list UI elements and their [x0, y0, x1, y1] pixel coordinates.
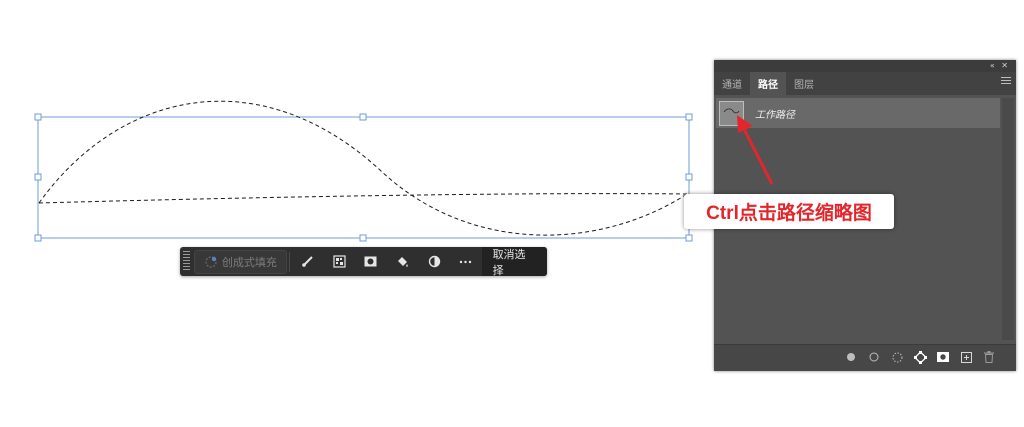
generative-fill-button[interactable]: 创成式填充	[193, 249, 287, 274]
close-icon[interactable]: ✕	[1001, 61, 1010, 70]
new-path-button[interactable]	[959, 350, 973, 364]
make-path-button[interactable]	[913, 350, 927, 364]
load-selection-button[interactable]	[890, 350, 904, 364]
path-item-label: 工作路径	[755, 109, 795, 121]
add-mask-footer-button[interactable]	[936, 350, 950, 364]
mask-grid-button[interactable]	[323, 247, 355, 276]
fill-path-button[interactable]	[844, 350, 858, 364]
generative-fill-icon	[205, 255, 217, 268]
panel-tab-bar: 通道 路径 图层	[714, 72, 1016, 95]
stroke-path-button[interactable]	[867, 350, 881, 364]
adjustment-icon	[428, 255, 440, 268]
add-mask-icon	[937, 352, 949, 362]
panel-menu-icon[interactable]	[1001, 77, 1011, 86]
selection-marquee	[38, 100, 688, 236]
delete-icon	[984, 351, 994, 363]
brush-icon	[302, 256, 313, 267]
path-thumbnail-preview	[723, 107, 740, 113]
adjustment-button[interactable]	[418, 247, 450, 276]
stroke-path-icon	[869, 352, 879, 362]
panel-scrollbar[interactable]	[1002, 98, 1014, 340]
fill-bucket-icon	[398, 257, 408, 267]
fill-button[interactable]	[387, 247, 419, 276]
tab-layers[interactable]: 图层	[786, 72, 822, 95]
make-path-icon	[913, 350, 927, 364]
collapse-icon[interactable]: «	[990, 61, 997, 70]
mask-icon	[364, 256, 377, 267]
add-mask-button[interactable]	[355, 247, 387, 276]
tab-channels[interactable]: 通道	[714, 72, 750, 95]
deselect-button[interactable]: 取消选择	[481, 247, 548, 277]
tab-paths[interactable]: 路径	[750, 72, 786, 95]
fill-path-icon	[847, 353, 855, 361]
divider	[288, 251, 290, 272]
path-thumbnail[interactable]	[719, 100, 744, 126]
delete-path-button[interactable]	[982, 350, 996, 364]
contextual-task-bar: 创成式填充 取消选择	[180, 247, 548, 277]
more-options-button[interactable]	[450, 247, 482, 276]
panel-footer	[714, 344, 1016, 371]
path-item-work-path[interactable]: 工作路径	[716, 98, 1000, 128]
transform-handles[interactable]	[34, 113, 693, 242]
new-path-icon	[960, 351, 972, 363]
more-icon	[460, 260, 472, 264]
generative-fill-label: 创成式填充	[221, 255, 277, 269]
annotation-callout: Ctrl点击路径缩略图	[684, 194, 894, 229]
load-selection-icon	[892, 352, 902, 362]
mask-grid-icon	[333, 255, 346, 268]
selection-bounding-box[interactable]	[37, 116, 690, 239]
drag-handle[interactable]	[183, 251, 190, 272]
brush-button[interactable]	[292, 247, 324, 276]
panel-title-bar[interactable]: « ✕	[714, 60, 1016, 72]
